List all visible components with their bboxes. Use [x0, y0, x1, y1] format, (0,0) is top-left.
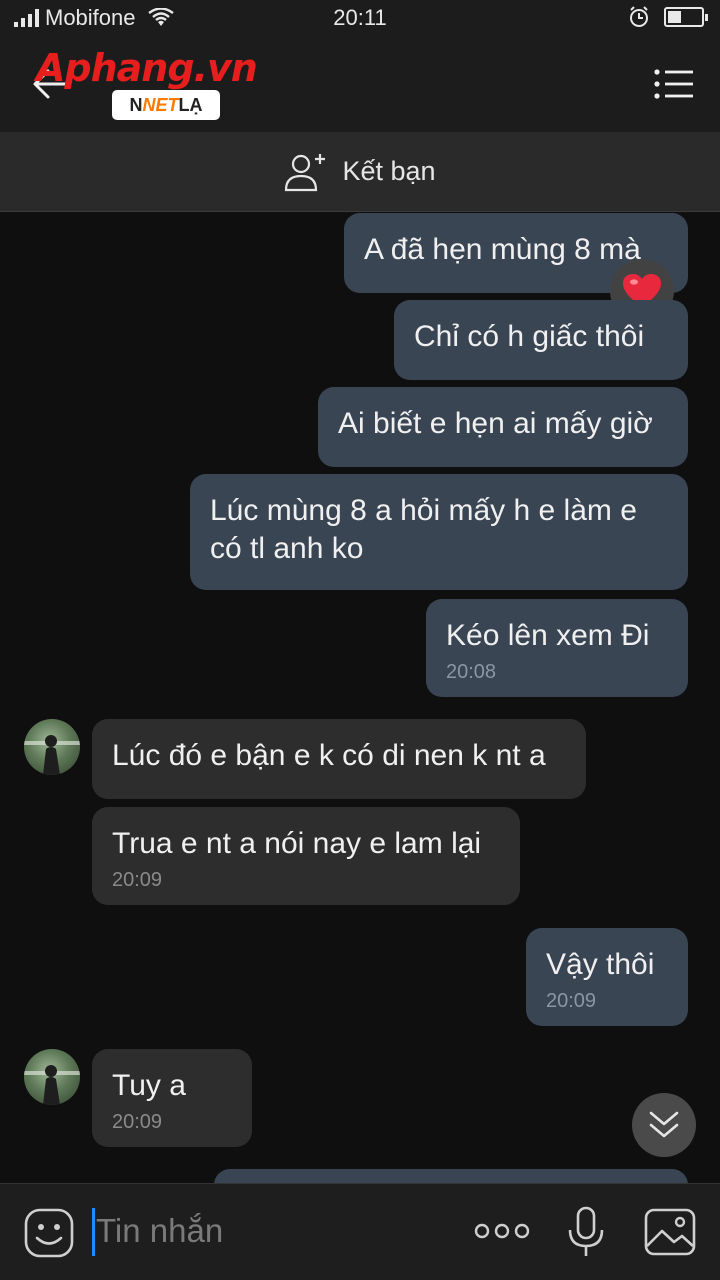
message-text: Tuy a	[112, 1069, 186, 1102]
message-text: Trua e nt a nói nay e lam lại	[112, 827, 482, 860]
message-bubble[interactable]: Lúc mùng 8 a hỏi mấy h e làm e có tl anh…	[190, 474, 688, 590]
menu-list-icon[interactable]	[654, 68, 694, 100]
watermark-badge-net: NET	[142, 95, 179, 115]
message-text: Lúc đó e bận e k có di nen k nt a	[112, 739, 546, 772]
message-time: 20:08	[446, 661, 497, 683]
add-friend-button[interactable]: Kết bạn	[0, 132, 720, 212]
avatar-photo-icon	[24, 735, 80, 775]
message-bubble[interactable]: Ai biết e hẹn ai mấy giờ	[318, 387, 688, 467]
text-caret	[92, 1208, 95, 1256]
avatar-photo-icon	[24, 1065, 80, 1105]
message-text: Ai biết e hẹn ai mấy giờ	[338, 407, 653, 440]
message-bubble[interactable]: Tuy a 20:09	[92, 1049, 252, 1147]
message-time: 20:09	[112, 869, 163, 891]
status-right	[628, 6, 708, 28]
message-bubble[interactable]: Chỉ có h giấc thôi	[394, 300, 688, 380]
alarm-icon	[630, 6, 648, 27]
message-bubble[interactable]: Vậy thôi 20:09	[526, 928, 688, 1026]
message-text: Lúc mùng 8 a hỏi mấy h e làm e có tl anh…	[210, 494, 637, 565]
scroll-down-button[interactable]	[632, 1093, 696, 1157]
battery-fill	[668, 11, 681, 23]
double-chevron-down-icon	[649, 1111, 679, 1138]
message-input[interactable]: Tin nhắn	[96, 1212, 223, 1250]
message-bubble[interactable]: Kéo lên xem Đi 20:08	[426, 599, 688, 697]
more-options-icon[interactable]	[474, 1216, 530, 1246]
status-bar: Mobifone 20:11	[0, 0, 720, 36]
message-text: Chỉ có h giấc thôi	[414, 320, 645, 353]
message-text: Vậy thôi	[546, 948, 655, 981]
message-bubble[interactable]: Trua e nt a nói nay e lam lại 20:09	[92, 807, 520, 905]
message-time: 20:09	[112, 1111, 163, 1133]
image-icon[interactable]	[644, 1208, 696, 1256]
watermark-badge-right: LẠ	[178, 95, 203, 115]
watermark-badge-left: N	[129, 95, 143, 115]
message-text: Kéo lên xem Đi	[446, 619, 650, 652]
watermark-badge: NNETLẠ	[112, 90, 220, 120]
message-input-bar: Tin nhắn	[0, 1183, 720, 1280]
message-text: A đã hẹn mùng 8 mà	[364, 233, 641, 266]
battery-icon	[664, 7, 708, 27]
add-user-icon	[285, 153, 326, 191]
message-bubble-partial[interactable]	[214, 1169, 688, 1183]
status-time: 20:11	[333, 5, 387, 30]
contact-avatar[interactable]	[24, 719, 80, 775]
chat-header: Aphang.vn NNETLẠ	[0, 36, 720, 132]
add-friend-label: Kết bạn	[342, 156, 436, 186]
message-time: 20:09	[546, 990, 597, 1012]
microphone-icon[interactable]	[566, 1206, 606, 1258]
emoji-icon[interactable]	[24, 1208, 74, 1258]
watermark-logo-text: Aphang.vn	[36, 46, 258, 90]
message-list[interactable]: A đã hẹn mùng 8 mà Chỉ có h giấc thôi Ai…	[0, 213, 720, 1183]
watermark-logo: Aphang.vn	[36, 46, 258, 90]
message-bubble[interactable]: Lúc đó e bận e k có di nen k nt a	[92, 719, 586, 799]
contact-avatar[interactable]	[24, 1049, 80, 1105]
